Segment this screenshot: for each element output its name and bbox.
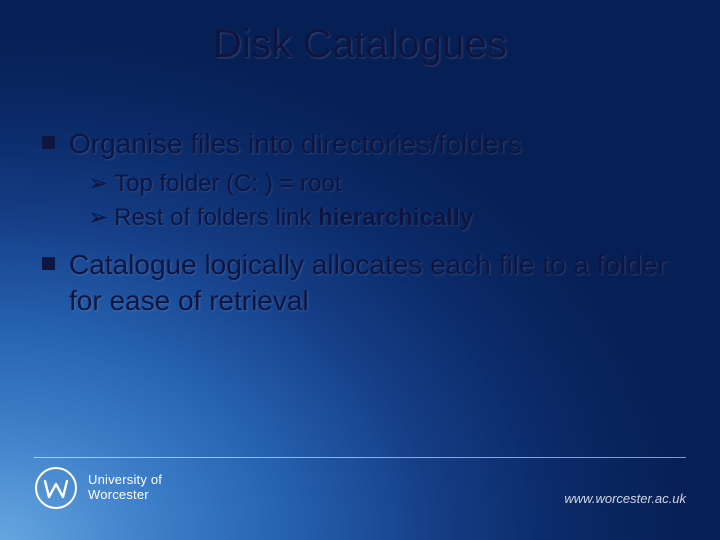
slide: Disk Catalogues Organise files into dire…: [0, 0, 720, 540]
bullet-text: Organise files into directories/folders: [69, 126, 522, 162]
bullet-item: Organise files into directories/folders: [42, 126, 678, 162]
square-bullet-icon: [42, 136, 55, 149]
institution-line-1: University of: [88, 473, 162, 488]
sub-bullet-prefix: Rest of folders link: [114, 204, 318, 231]
footer-divider: [34, 457, 686, 458]
university-logo: University of Worcester: [34, 466, 162, 510]
sub-bullet-item: ➢ Top folder (C: ) = root: [88, 168, 678, 200]
footer-row: University of Worcester www.worcester.ac…: [34, 466, 686, 510]
square-bullet-icon: [42, 257, 55, 270]
institution-line-2: Worcester: [88, 488, 162, 503]
sub-bullet-bold: hierarchically: [318, 204, 473, 231]
sub-bullet-text: Top folder (C: ) = root: [114, 168, 341, 200]
bullet-text: Catalogue logically allocates each file …: [69, 247, 678, 319]
arrow-bullet-icon: ➢: [88, 202, 108, 233]
footer-url: www.worcester.ac.uk: [564, 491, 686, 510]
logo-mark-icon: [34, 466, 78, 510]
arrow-bullet-icon: ➢: [88, 168, 108, 199]
logo-text: University of Worcester: [88, 473, 162, 503]
sub-bullet-text: Rest of folders link hierarchically: [114, 202, 473, 234]
sub-bullet-list: ➢ Top folder (C: ) = root ➢ Rest of fold…: [88, 168, 678, 233]
bullet-item: Catalogue logically allocates each file …: [42, 247, 678, 319]
slide-title: Disk Catalogues: [0, 22, 720, 67]
slide-footer: University of Worcester www.worcester.ac…: [34, 457, 686, 510]
sub-bullet-item: ➢ Rest of folders link hierarchically: [88, 202, 678, 234]
slide-content: Organise files into directories/folders …: [42, 126, 678, 323]
